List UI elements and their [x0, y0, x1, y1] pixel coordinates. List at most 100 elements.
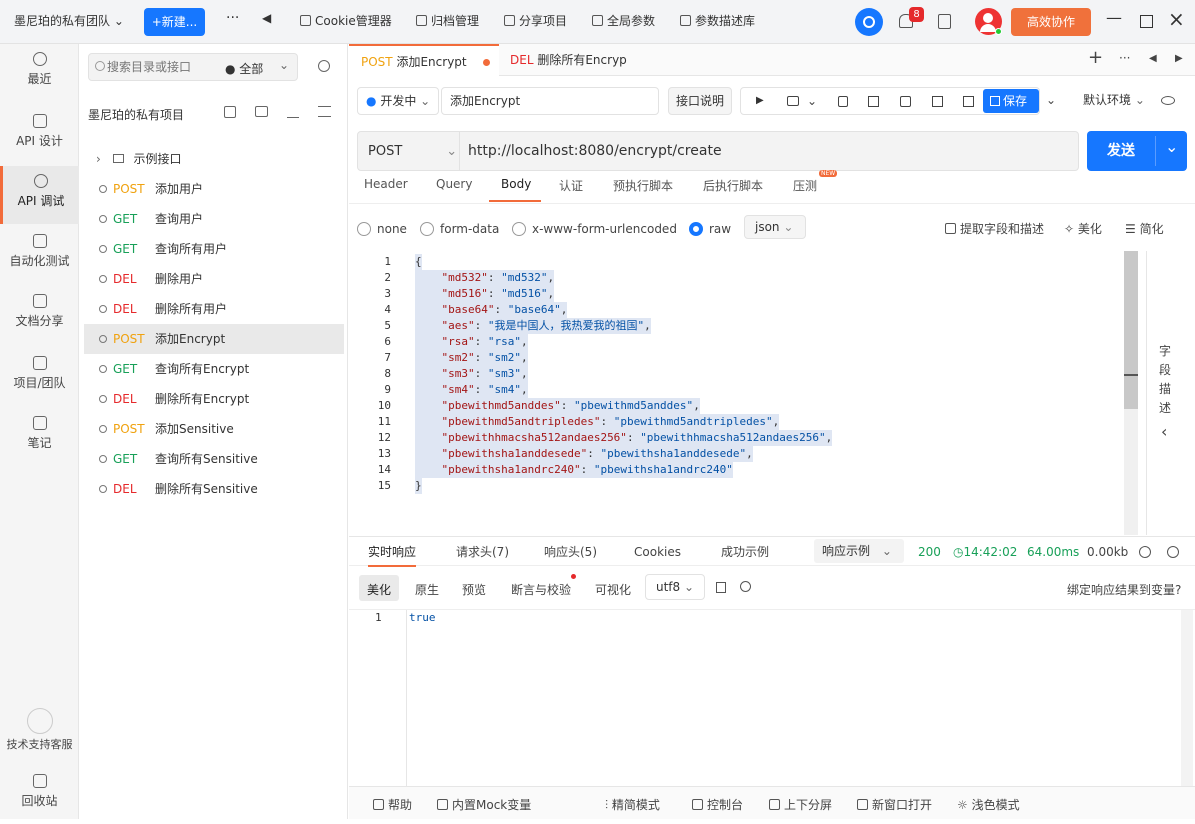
- new-button[interactable]: +新建...: [144, 8, 205, 36]
- split-view-button[interactable]: 上下分屏: [769, 796, 832, 813]
- tree-api-item[interactable]: POST 添加Encrypt: [84, 324, 344, 354]
- bind-response-variable[interactable]: 绑定响应结果到变量?: [1067, 581, 1181, 598]
- nav-recycle[interactable]: 回收站: [0, 766, 79, 824]
- tree-api-item[interactable]: DEL 删除所有Sensitive: [84, 474, 344, 504]
- encoding-select[interactable]: utf8 ⌄: [645, 574, 705, 600]
- copy-icon[interactable]: [716, 582, 726, 593]
- response-scrollbar[interactable]: [1181, 610, 1193, 786]
- share-project-button[interactable]: 分享项目: [504, 12, 567, 29]
- avatar[interactable]: [975, 8, 1002, 35]
- beautify-button[interactable]: ✧ 美化: [1064, 220, 1102, 237]
- tab-auth[interactable]: 认证: [559, 177, 583, 194]
- url-input[interactable]: http://localhost:8080/encrypt/create: [468, 143, 722, 159]
- team-selector[interactable]: 墨尼珀的私有团队 ⌄: [14, 12, 124, 29]
- nav-api-design[interactable]: API 设计: [0, 106, 79, 164]
- nav-recent[interactable]: 最近: [0, 44, 79, 102]
- tree-api-item[interactable]: GET 查询用户: [84, 204, 344, 234]
- nav-auto-test[interactable]: 自动化测试: [0, 226, 79, 284]
- tab-cookies[interactable]: Cookies: [634, 537, 681, 567]
- editor-scrollbar[interactable]: [1124, 251, 1138, 535]
- tree-api-item[interactable]: DEL 删除用户: [84, 264, 344, 294]
- response-example-select[interactable]: 响应示例 ⌄: [814, 539, 904, 563]
- chevron-down-icon[interactable]: ⌄: [1046, 93, 1056, 107]
- tab-request-headers[interactable]: 请求头(7): [456, 537, 509, 567]
- nav-notes[interactable]: 笔记: [0, 408, 79, 466]
- light-mode-button[interactable]: ☼ 浅色模式: [957, 796, 1020, 813]
- cookie-manager-button[interactable]: Cookie管理器: [300, 12, 392, 29]
- globe-icon[interactable]: [1139, 546, 1151, 558]
- nav-doc-share[interactable]: 文档分享: [0, 286, 79, 344]
- prev-arrow-icon[interactable]: ◀: [262, 11, 271, 25]
- list-icon[interactable]: [787, 96, 799, 106]
- collaborate-button[interactable]: 高效协作: [1011, 8, 1091, 36]
- new-window-button[interactable]: 新窗口打开: [857, 796, 932, 813]
- mock-vars-button[interactable]: 内置Mock变量: [437, 796, 531, 813]
- body-editor[interactable]: 1 {2 "md532": "md532", 3 "md516": "md516",…: [349, 250, 1139, 536]
- body-type-none[interactable]: none: [357, 222, 407, 236]
- view-raw[interactable]: 原生: [415, 581, 439, 598]
- tree-api-item[interactable]: POST 添加Sensitive: [84, 414, 344, 444]
- tab-header[interactable]: Header: [364, 177, 408, 191]
- locate-icon[interactable]: [318, 60, 330, 72]
- method-select[interactable]: POST ⌄: [368, 144, 457, 159]
- field-description-panel-toggle[interactable]: 字段描述: [1159, 342, 1173, 418]
- chevron-down-icon[interactable]: ⌄: [807, 88, 817, 114]
- console-button[interactable]: 控制台: [692, 796, 743, 813]
- tree-search-input[interactable]: [107, 56, 217, 78]
- sort-icon[interactable]: [318, 106, 331, 117]
- share-icon[interactable]: [932, 96, 943, 107]
- body-type-urlencoded[interactable]: x-www-form-urlencoded: [512, 222, 677, 236]
- add-tab-icon[interactable]: +: [1088, 47, 1103, 68]
- nav-project-team[interactable]: 项目/团队: [0, 348, 79, 406]
- add-api-icon[interactable]: [224, 106, 236, 118]
- code-icon[interactable]: [900, 96, 911, 107]
- env-select[interactable]: 默认环境 ⌄: [1075, 87, 1159, 115]
- tab-body[interactable]: Body: [501, 177, 531, 191]
- view-visualize[interactable]: 可视化: [595, 581, 631, 598]
- next-tab-icon[interactable]: ▶: [1175, 53, 1183, 64]
- search-icon[interactable]: [740, 581, 751, 592]
- tab-delete-all-encrypt[interactable]: DEL 删除所有Encryp: [510, 44, 627, 76]
- chevron-down-icon[interactable]: ⌄: [1165, 137, 1178, 156]
- tab-post-script[interactable]: 后执行脚本: [703, 177, 763, 194]
- import-icon[interactable]: [287, 106, 299, 118]
- note-icon[interactable]: [938, 14, 951, 29]
- view-assertions[interactable]: 断言与校验: [511, 581, 571, 598]
- tab-load-test[interactable]: 压测: [793, 177, 817, 194]
- format-select[interactable]: json ⌄: [744, 215, 806, 239]
- download-icon[interactable]: [1167, 546, 1179, 558]
- prev-tab-icon[interactable]: ◀: [1149, 53, 1157, 64]
- tree-folder[interactable]: › 示例接口: [84, 144, 344, 174]
- tree-filter[interactable]: ● 全部: [225, 60, 263, 77]
- tab-query[interactable]: Query: [436, 177, 472, 191]
- tab-realtime-response[interactable]: 实时响应: [368, 537, 417, 567]
- tree-api-item[interactable]: DEL 删除所有Encrypt: [84, 384, 344, 414]
- more-icon[interactable]: ···: [1119, 51, 1130, 65]
- nav-support[interactable]: 技术支持客服: [0, 700, 79, 760]
- tree-api-item[interactable]: GET 查询所有Sensitive: [84, 444, 344, 474]
- close-icon[interactable]: ×: [1168, 7, 1185, 31]
- add-folder-icon[interactable]: [255, 106, 268, 117]
- request-name-field[interactable]: 添加Encrypt: [441, 87, 659, 115]
- tree-api-item[interactable]: POST 添加用户: [84, 174, 344, 204]
- more-icon[interactable]: ···: [226, 10, 239, 26]
- eye-icon[interactable]: [1161, 96, 1175, 105]
- global-params-button[interactable]: 全局参数: [592, 12, 655, 29]
- tab-success-example[interactable]: 成功示例: [721, 537, 769, 567]
- sync-icon[interactable]: [855, 8, 883, 36]
- help-button[interactable]: 帮助: [373, 796, 412, 813]
- copy-icon[interactable]: [868, 96, 879, 107]
- tree-search[interactable]: ● 全部 ⌄: [88, 53, 298, 81]
- archive-button[interactable]: 归档管理: [416, 12, 479, 29]
- save-button[interactable]: 保存: [983, 89, 1039, 113]
- body-type-form-data[interactable]: form-data: [420, 222, 499, 236]
- send-button[interactable]: 发送: [1087, 131, 1155, 171]
- tree-api-item[interactable]: GET 查询所有用户: [84, 234, 344, 264]
- simplify-button[interactable]: ☰ 简化: [1125, 220, 1164, 237]
- lock-icon[interactable]: [838, 96, 848, 107]
- screenshot-icon[interactable]: [963, 96, 974, 107]
- nav-api-debug[interactable]: API 调试: [0, 166, 79, 224]
- extract-fields-button[interactable]: 提取字段和描述: [945, 220, 1044, 237]
- tab-add-encrypt[interactable]: POST 添加Encrypt: [349, 44, 499, 76]
- minimize-icon[interactable]: —: [1106, 8, 1122, 27]
